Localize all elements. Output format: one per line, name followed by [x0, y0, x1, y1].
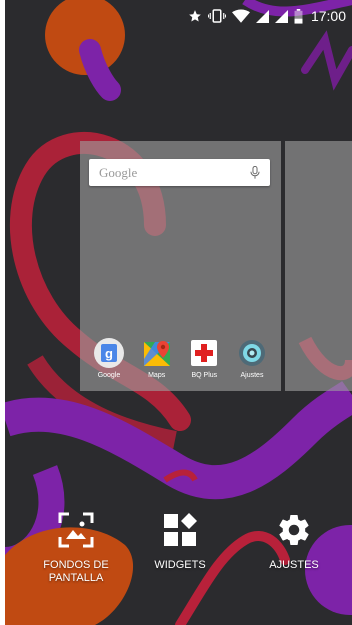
signal-icon: [255, 9, 269, 23]
signal-icon: [274, 9, 288, 23]
overview-actions: FONDOS DE PANTALLA WIDGETS AJUSTES: [5, 510, 352, 600]
widgets-icon: [160, 510, 200, 550]
settings-app-icon: [236, 337, 268, 369]
mic-icon[interactable]: [250, 166, 260, 179]
bq-plus-icon: [188, 337, 220, 369]
google-search-bar[interactable]: Google: [89, 159, 270, 186]
star-icon: [188, 9, 202, 23]
app-maps[interactable]: Maps: [136, 337, 178, 379]
app-label: Google: [97, 372, 121, 379]
battery-icon: [294, 8, 303, 24]
next-page-preview[interactable]: [285, 141, 352, 391]
wallpapers-button[interactable]: FONDOS DE PANTALLA: [21, 510, 131, 585]
widgets-button[interactable]: WIDGETS: [125, 510, 235, 572]
app-ajustes[interactable]: Ajustes: [231, 337, 273, 379]
app-bq-plus[interactable]: BQ Plus: [183, 337, 225, 379]
wallpapers-label: FONDOS DE PANTALLA: [43, 559, 109, 584]
vibrate-icon: [207, 9, 226, 23]
maps-app-icon: [141, 337, 173, 369]
home-page-preview[interactable]: Google g Google Maps BQ Plus Ajustes: [80, 141, 281, 391]
app-label: Ajustes: [240, 372, 264, 379]
app-label: Maps: [148, 372, 166, 379]
settings-label: AJUSTES: [269, 559, 319, 571]
svg-text:g: g: [105, 346, 113, 361]
google-logo-text: Google: [99, 164, 138, 180]
gear-icon: [274, 510, 314, 550]
status-bar: 17:00: [5, 0, 352, 32]
google-app-icon: g: [93, 337, 125, 369]
home-screen-overview: 17:00 Google g Google Maps BQ Plus Ajust…: [5, 0, 352, 625]
wallpaper-icon: [56, 510, 96, 550]
status-time: 17:00: [310, 8, 346, 24]
settings-button[interactable]: AJUSTES: [239, 510, 349, 572]
app-dock: g Google Maps BQ Plus Ajustes: [88, 337, 273, 379]
widgets-label: WIDGETS: [154, 559, 206, 571]
wifi-icon: [231, 9, 250, 23]
app-label: BQ Plus: [191, 372, 218, 379]
app-google[interactable]: g Google: [88, 337, 130, 379]
